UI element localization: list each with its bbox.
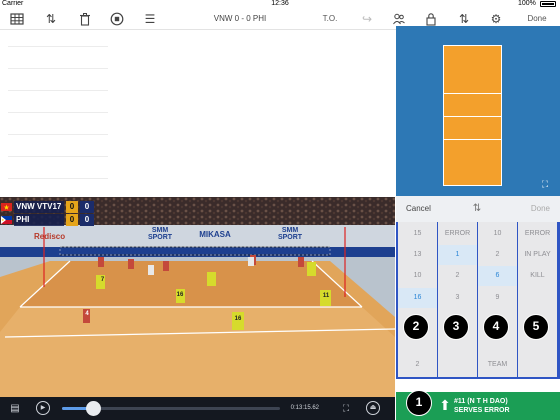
list-row-divider (8, 178, 108, 179)
jersey-number: 16 (234, 316, 242, 322)
picker-cell-selected[interactable]: 1 (438, 245, 477, 265)
banner-text: MIKASA (199, 230, 231, 239)
jersey-number: 4 (85, 311, 89, 317)
step-badge: 3 (443, 314, 469, 340)
video-frame (0, 197, 395, 397)
match-score-title: VNW 0 - 0 PHI (213, 14, 267, 23)
set-points: 0 (80, 214, 94, 226)
court-net-line (444, 116, 501, 117)
passing-grade-column[interactable]: ERROR 1 2 3 (438, 222, 477, 377)
picker-cell[interactable]: 3 (438, 288, 477, 308)
picker-cell[interactable]: 10 (478, 224, 517, 244)
set-points: 0 (80, 201, 94, 213)
list-row-divider (8, 46, 108, 47)
battery-icon (540, 1, 556, 7)
last-event-bar[interactable]: 1 ⬆ #11 (N T H DAO) SERVES ERROR (396, 390, 560, 420)
action-picker: 15 13 10 16 2 ERROR 1 2 3 10 2 6 9 TEAM … (396, 222, 560, 388)
status-bar: Carrier 12:36 100% (0, 0, 560, 8)
picker-done-button[interactable]: Done (522, 202, 550, 216)
picker-cell[interactable]: 2 (398, 355, 437, 375)
grid-icon[interactable] (10, 12, 24, 26)
jersey-number: 11 (322, 293, 330, 299)
done-button[interactable]: Done (522, 12, 552, 26)
court-attack-line (444, 139, 501, 140)
picker-cell[interactable]: 2 (438, 266, 477, 286)
list-row-divider (8, 90, 108, 91)
picker-cell[interactable]: 13 (398, 245, 437, 265)
airplay-icon[interactable]: ⏏ (366, 401, 380, 415)
chevron-down-icon[interactable]: ⌄ (468, 377, 482, 389)
spiking-result-column[interactable]: ERROR IN PLAY KILL (518, 222, 557, 377)
team-name: VNW VTV17 (14, 201, 64, 213)
picker-cell[interactable]: 9 (478, 288, 517, 308)
fullscreen-icon[interactable]: ⛶ (340, 402, 352, 415)
video-player-bar: ▤ ▶ 0:13:15.62 ⛶ ⏏ (0, 397, 395, 420)
picker-cell[interactable]: ERROR (438, 224, 477, 244)
event-player: #11 (N T H DAO) (454, 398, 508, 405)
scoreboard-row-home: VNW VTV17 0 0 (0, 201, 96, 213)
list-row-divider (8, 156, 108, 157)
banner-text: SMM SPORT (147, 227, 173, 241)
court-diagram[interactable] (443, 45, 502, 186)
list-row-divider (8, 68, 108, 69)
notes-list[interactable] (0, 30, 395, 197)
seek-handle[interactable] (85, 401, 101, 416)
playback-time: 0:13:15.62 (290, 405, 319, 411)
lock-icon[interactable] (424, 12, 438, 26)
film-icon[interactable]: ▤ (9, 402, 21, 415)
arrow-up-icon: ⬆ (439, 397, 451, 413)
picker-cell-selected[interactable]: 16 (398, 288, 437, 308)
picker-cell[interactable]: 2 (478, 245, 517, 265)
sets-won: 0 (66, 214, 78, 226)
match-video[interactable]: Redisco SMM SPORT MIKASA SMM SPORT 7 16 … (0, 197, 395, 397)
stop-icon[interactable] (110, 12, 124, 26)
clock-label: 12:36 (271, 0, 289, 7)
court-diagram-panel[interactable]: ⛶ (396, 26, 560, 196)
timeout-button[interactable]: T.O. (318, 12, 342, 26)
picker-cell[interactable]: 15 (398, 224, 437, 244)
gear-icon[interactable]: ⚙ (489, 12, 503, 26)
spiking-label: SPIKING (503, 381, 533, 388)
jersey-number: 16 (176, 292, 184, 298)
picker-cell[interactable]: KILL (518, 266, 557, 286)
list-row-divider (8, 134, 108, 135)
step-badge: 1 (406, 390, 432, 416)
step-badge: 5 (523, 314, 549, 340)
passing-player-column[interactable]: 15 13 10 16 2 (398, 222, 437, 377)
step-badge: 4 (483, 314, 509, 340)
scoreboard-row-away: PHI 0 0 (0, 214, 96, 226)
swap-icon[interactable]: ⇅ (457, 12, 471, 26)
carrier-label: Carrier (2, 0, 24, 7)
sort-icon[interactable]: ⇅ (44, 12, 58, 26)
picker-cell[interactable]: IN PLAY (518, 245, 557, 265)
list-icon[interactable]: ☰ (143, 12, 157, 26)
play-button[interactable]: ▶ (36, 401, 50, 415)
picker-cell[interactable]: 10 (398, 266, 437, 286)
trash-icon[interactable] (78, 12, 92, 26)
jersey-number: 7 (100, 277, 105, 283)
cancel-button[interactable]: Cancel (406, 202, 436, 216)
philippines-flag-icon (1, 216, 12, 224)
step-badge: 2 (403, 314, 429, 340)
redo-icon[interactable]: ↪ (360, 12, 374, 26)
court-attack-line (444, 93, 501, 94)
spiking-player-column[interactable]: 10 2 6 9 TEAM (478, 222, 517, 377)
list-row-divider (8, 112, 108, 113)
picker-header: Cancel ⇅ Done (396, 196, 560, 222)
sort-icon[interactable]: ⇅ (470, 201, 484, 217)
sets-won: 0 (66, 201, 78, 213)
picker-cell[interactable]: ERROR (518, 224, 557, 244)
event-action: SERVES ERROR (454, 407, 510, 414)
banner-text: Redisco (34, 232, 66, 241)
picker-cell[interactable]: TEAM (478, 355, 517, 375)
seek-slider[interactable] (62, 401, 280, 416)
vietnam-flag-icon (1, 203, 12, 211)
banner-text: SMM SPORT (277, 227, 303, 241)
picker-cell-selected[interactable]: 6 (478, 266, 517, 286)
battery-label: 100% (518, 0, 536, 7)
expand-icon[interactable]: ⛶ (539, 178, 551, 190)
team-name: PHI (14, 214, 64, 226)
scoreboard: VNW VTV17 0 0 PHI 0 0 (0, 201, 96, 227)
players-icon[interactable] (392, 12, 406, 26)
